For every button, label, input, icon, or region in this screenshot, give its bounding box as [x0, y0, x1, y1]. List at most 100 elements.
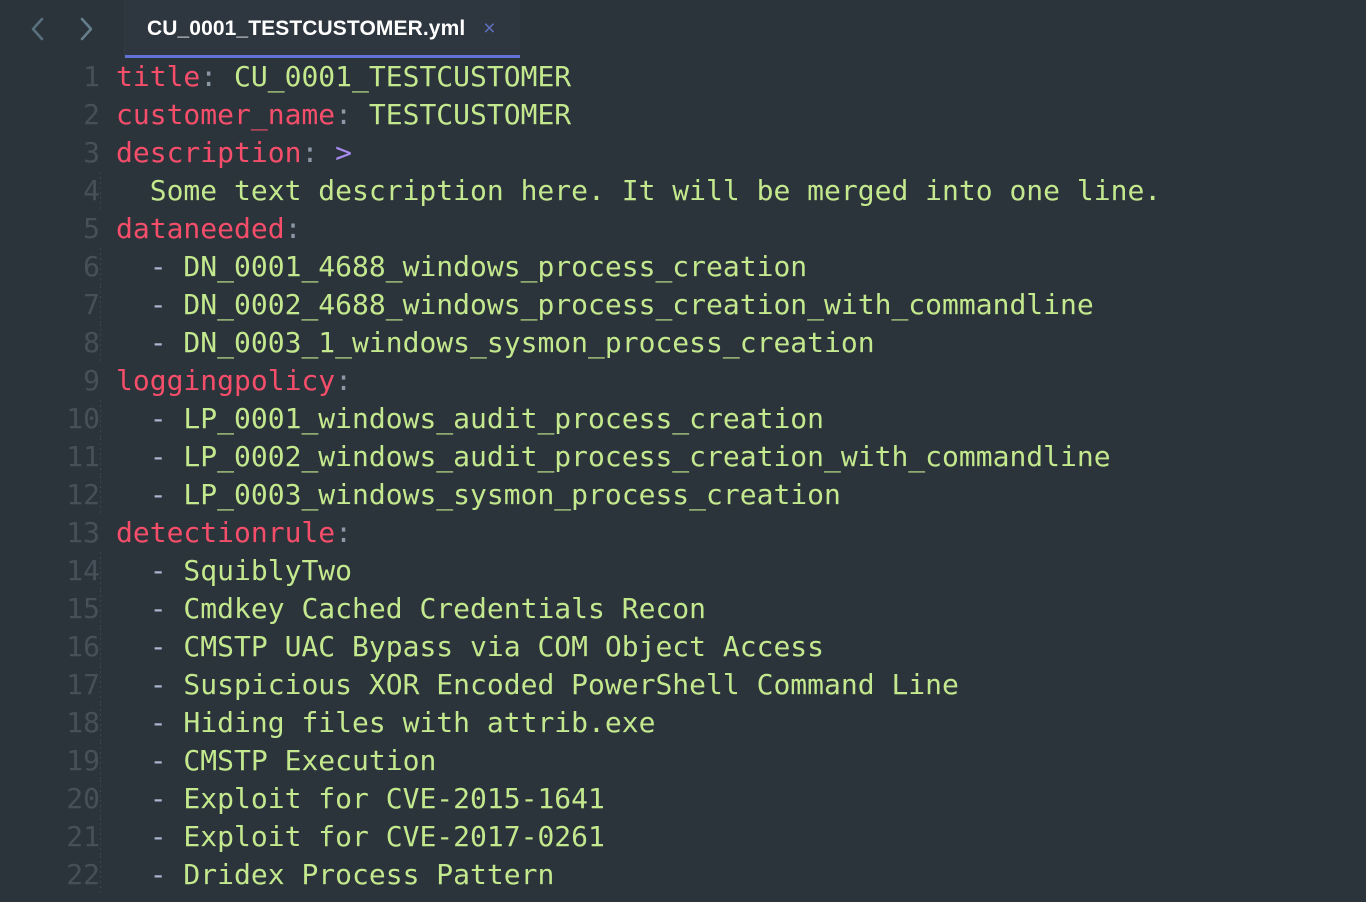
code-line[interactable]: 6 - DN_0001_4688_windows_process_creatio…: [0, 248, 1366, 286]
close-icon[interactable]: ×: [481, 16, 497, 43]
code-token: Suspicious XOR Encoded PowerShell Comman…: [166, 668, 959, 701]
code-token: LP_0003_windows_sysmon_process_creation: [166, 478, 841, 511]
code-line-content[interactable]: - CMSTP UAC Bypass via COM Object Access: [100, 628, 1366, 666]
code-line[interactable]: 10 - LP_0001_windows_audit_process_creat…: [0, 400, 1366, 438]
code-token: LP_0001_windows_audit_process_creation: [166, 402, 825, 435]
code-line[interactable]: 19 - CMSTP Execution: [0, 742, 1366, 780]
code-line-content[interactable]: Some text description here. It will be m…: [100, 172, 1366, 210]
code-editor[interactable]: 1 title: CU_0001_TESTCUSTOMER 2 customer_na…: [0, 58, 1366, 902]
code-line-content[interactable]: customer_name: TESTCUSTOMER: [100, 96, 1366, 134]
code-line[interactable]: 18 - Hiding files with attrib.exe: [0, 704, 1366, 742]
code-line[interactable]: 15 - Cmdkey Cached Credentials Recon: [0, 590, 1366, 628]
code-line[interactable]: 5 dataneeded:: [0, 210, 1366, 248]
code-line[interactable]: 12 - LP_0003_windows_sysmon_process_crea…: [0, 476, 1366, 514]
code-line-content[interactable]: - LP_0001_windows_audit_process_creation: [100, 400, 1366, 438]
code-line[interactable]: 11 - LP_0002_windows_audit_process_creat…: [0, 438, 1366, 476]
code-token: -: [116, 744, 167, 777]
code-line[interactable]: 7 - DN_0002_4688_windows_process_creatio…: [0, 286, 1366, 324]
code-line[interactable]: 9 loggingpolicy:: [0, 362, 1366, 400]
line-number: 21: [66, 820, 100, 853]
code-line-content[interactable]: - Hiding files with attrib.exe: [100, 704, 1366, 742]
code-token: Cmdkey Cached Credentials Recon: [166, 592, 707, 625]
code-line-content[interactable]: detectionrule:: [100, 514, 1366, 552]
tab-label: CU_0001_TESTCUSTOMER.yml: [147, 17, 466, 40]
code-line[interactable]: 17 - Suspicious XOR Encoded PowerShell C…: [0, 666, 1366, 704]
tab-cu-0001-testcustomer-yml[interactable]: CU_0001_TESTCUSTOMER.yml ×: [125, 0, 520, 58]
code-line-content[interactable]: - Dridex Process Pattern: [100, 856, 1366, 894]
line-number: 1: [83, 60, 100, 93]
code-token: :: [284, 212, 302, 245]
forward-button[interactable]: [73, 14, 99, 44]
code-token: :: [335, 364, 353, 397]
code-line-content[interactable]: - DN_0003_1_windows_sysmon_process_creat…: [100, 324, 1366, 362]
code-line-content[interactable]: - Exploit for CVE-2017-0261: [100, 818, 1366, 856]
code-token: TESTCUSTOMER: [352, 98, 572, 131]
code-line-content[interactable]: - LP_0003_windows_sysmon_process_creatio…: [100, 476, 1366, 514]
code-token: -: [116, 706, 167, 739]
code-token: Dridex Process Pattern: [166, 858, 555, 891]
code-token: -: [116, 554, 167, 587]
code-token: CMSTP UAC Bypass via COM Object Access: [166, 630, 825, 663]
line-number: 22: [66, 858, 100, 891]
line-number: 10: [66, 402, 100, 435]
code-token: -: [116, 630, 167, 663]
line-number: 4: [83, 174, 100, 207]
code-line-content[interactable]: title: CU_0001_TESTCUSTOMER: [100, 58, 1366, 96]
code-line[interactable]: 3 description: >: [0, 134, 1366, 172]
code-line[interactable]: 20 - Exploit for CVE-2015-1641: [0, 780, 1366, 818]
chevron-right-icon: [75, 14, 97, 44]
code-line[interactable]: 22 - Dridex Process Pattern: [0, 856, 1366, 894]
code-token: -: [116, 782, 167, 815]
code-line[interactable]: 13 detectionrule:: [0, 514, 1366, 552]
line-number: 11: [66, 440, 100, 473]
code-line[interactable]: 16 - CMSTP UAC Bypass via COM Object Acc…: [0, 628, 1366, 666]
line-number: 13: [66, 516, 100, 549]
code-token: SquiblyTwo: [166, 554, 353, 587]
code-token: DN_0002_4688_windows_process_creation_wi…: [166, 288, 1094, 321]
code-token: CMSTP Execution: [166, 744, 437, 777]
line-number: 2: [83, 98, 100, 131]
code-token: Hiding files with attrib.exe: [166, 706, 656, 739]
code-line-content[interactable]: - Suspicious XOR Encoded PowerShell Comm…: [100, 666, 1366, 704]
code-line-content[interactable]: - CMSTP Execution: [100, 742, 1366, 780]
code-token: LP_0002_windows_audit_process_creation_w…: [166, 440, 1111, 473]
line-number: 18: [66, 706, 100, 739]
code-token: title: [116, 60, 201, 93]
code-line-content[interactable]: - DN_0001_4688_windows_process_creation: [100, 248, 1366, 286]
back-button[interactable]: [25, 14, 51, 44]
code-line-content[interactable]: - LP_0002_windows_audit_process_creation…: [100, 438, 1366, 476]
code-token: DN_0001_4688_windows_process_creation: [166, 250, 808, 283]
code-token: :: [301, 136, 319, 169]
code-line-content[interactable]: dataneeded:: [100, 210, 1366, 248]
code-token: -: [116, 820, 167, 853]
code-token: -: [116, 858, 167, 891]
line-number: 9: [83, 364, 100, 397]
code-token: -: [116, 402, 167, 435]
tab-bar-empty-area: [519, 0, 1366, 58]
code-line[interactable]: 8 - DN_0003_1_windows_sysmon_process_cre…: [0, 324, 1366, 362]
code-token: detectionrule: [116, 516, 336, 549]
code-token: -: [116, 440, 167, 473]
code-line-content[interactable]: - Cmdkey Cached Credentials Recon: [100, 590, 1366, 628]
navigation-arrows: [0, 0, 125, 58]
code-line-content[interactable]: - Exploit for CVE-2015-1641: [100, 780, 1366, 818]
code-line[interactable]: 4 Some text description here. It will be…: [0, 172, 1366, 210]
code-line[interactable]: 14 - SquiblyTwo: [0, 552, 1366, 590]
code-token: loggingpolicy: [116, 364, 336, 397]
code-token: -: [116, 288, 167, 321]
code-token: description: [116, 136, 302, 169]
line-number: 17: [66, 668, 100, 701]
code-line-content[interactable]: - SquiblyTwo: [100, 552, 1366, 590]
code-line-content[interactable]: description: >: [100, 134, 1366, 172]
line-number: 5: [83, 212, 100, 245]
code-line[interactable]: 2 customer_name: TESTCUSTOMER: [0, 96, 1366, 134]
code-token: -: [116, 250, 167, 283]
line-number: 8: [83, 326, 100, 359]
code-token: :: [335, 98, 353, 131]
code-line-content[interactable]: - DN_0002_4688_windows_process_creation_…: [100, 286, 1366, 324]
code-token: :: [335, 516, 353, 549]
code-line-content[interactable]: loggingpolicy:: [100, 362, 1366, 400]
line-number: 6: [83, 250, 100, 283]
code-line[interactable]: 21 - Exploit for CVE-2017-0261: [0, 818, 1366, 856]
code-line[interactable]: 1 title: CU_0001_TESTCUSTOMER: [0, 58, 1366, 96]
